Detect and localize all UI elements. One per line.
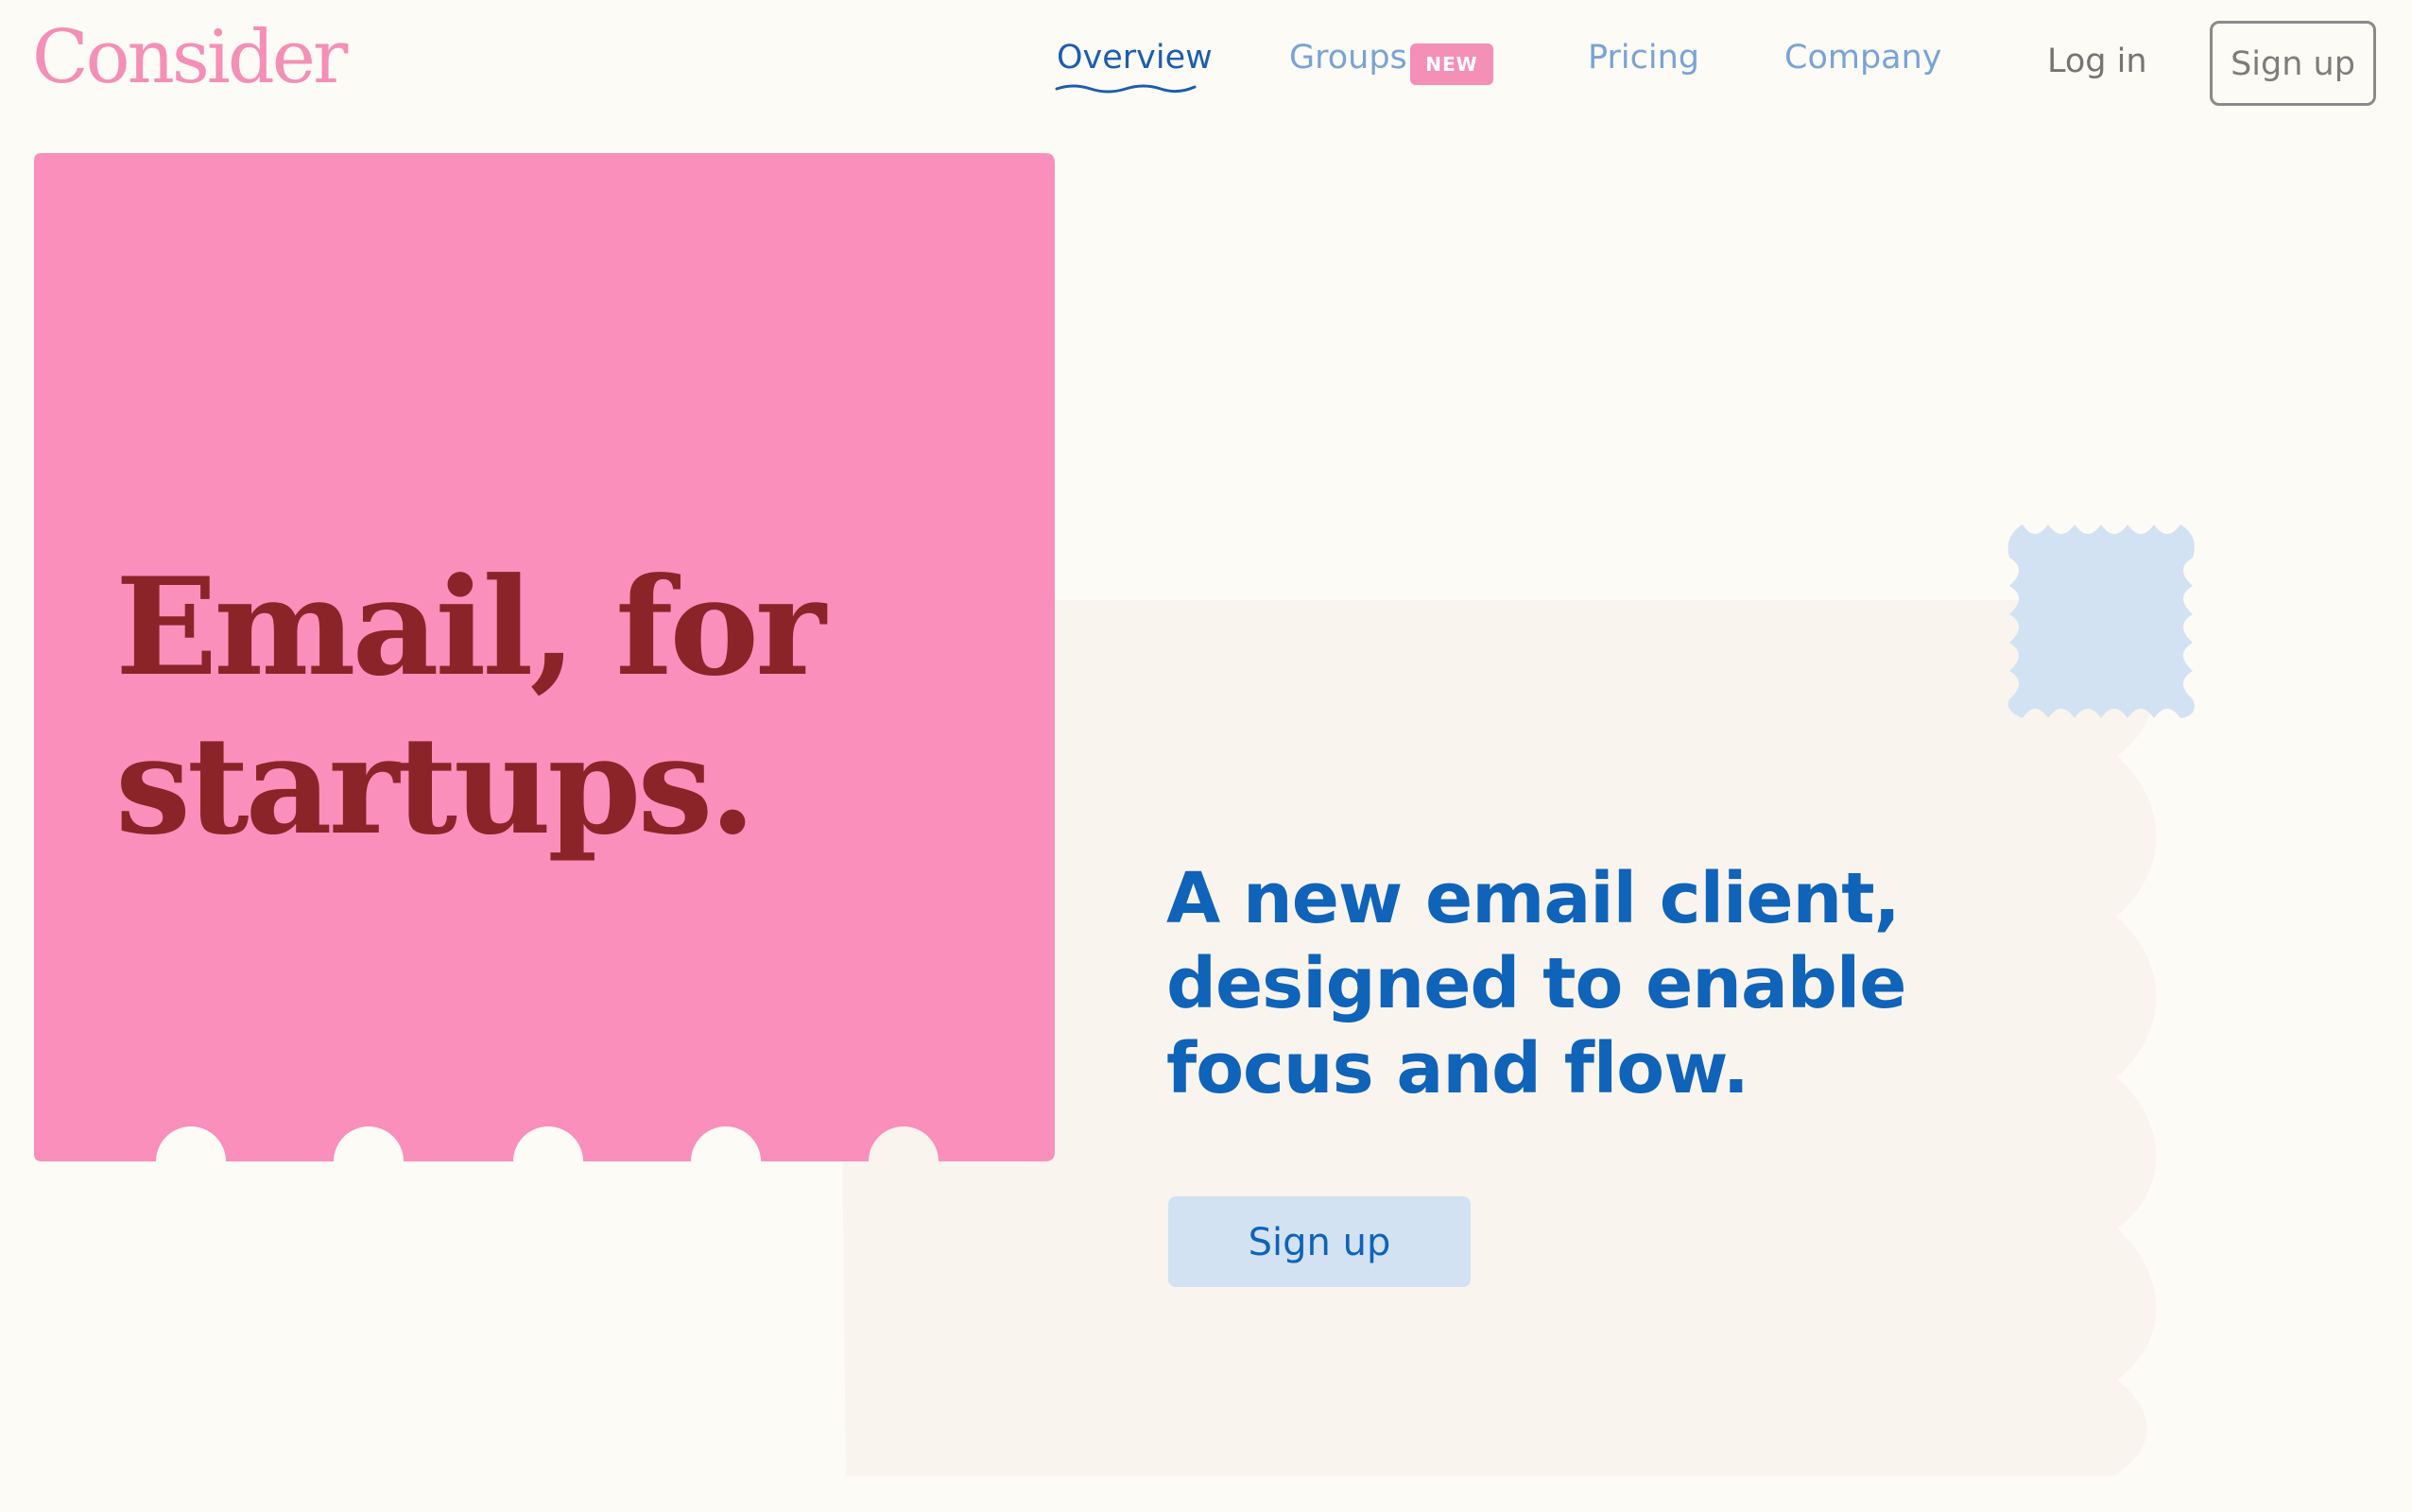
hero-subtitle-line-2: designed to enable [1166,943,1906,1024]
hero-subtitle-line-3: focus and flow. [1166,1028,1749,1109]
logo[interactable]: Consider [32,21,348,94]
nav-overview-link[interactable]: Overview [1057,42,1213,75]
nav-company-link[interactable]: Company [1784,42,1942,75]
hero-title-line-2: startups. [115,708,756,865]
hero-title: Email, for startups. [115,548,826,866]
nav-pricing-link[interactable]: Pricing [1588,42,1699,75]
active-nav-underline [1055,84,1197,94]
hero-signup-button[interactable]: Sign up [1168,1196,1471,1287]
hero-stamp-shape [2007,524,2195,718]
new-badge: NEW [1410,43,1493,85]
hero-subtitle-line-1: A new email client, [1166,858,1901,939]
login-link[interactable]: Log in [2047,45,2147,78]
hero-subtitle: A new email client, designed to enable f… [1166,856,2017,1111]
hero-title-line-1: Email, for [115,549,826,706]
header-signup-button[interactable]: Sign up [2210,21,2376,106]
nav-groups-link[interactable]: Groups [1289,42,1407,75]
